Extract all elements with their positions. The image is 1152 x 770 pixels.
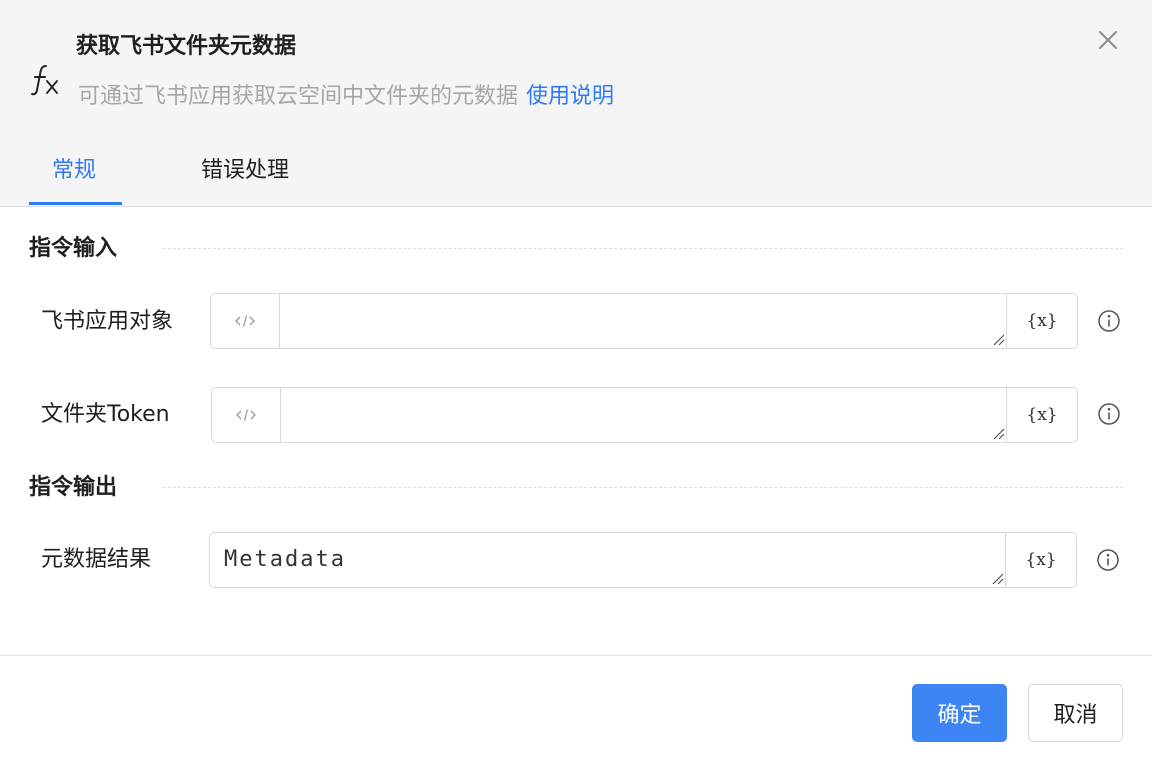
info-icon[interactable] bbox=[1097, 402, 1121, 426]
code-mode-toggle[interactable] bbox=[212, 388, 281, 442]
subtitle-text: 可通过飞书应用获取云空间中文件夹的元数据 bbox=[78, 84, 519, 109]
dialog-subtitle: 可通过飞书应用获取云空间中文件夹的元数据 使用说明 bbox=[78, 80, 614, 114]
resize-grip-icon[interactable] bbox=[991, 426, 1005, 440]
help-link[interactable]: 使用说明 bbox=[526, 84, 614, 109]
input-section-title: 指令输入 bbox=[29, 236, 118, 261]
section-divider bbox=[163, 248, 1123, 249]
dialog: 获取飞书文件夹元数据 可通过飞书应用获取云空间中文件夹的元数据 使用说明 常规 错… bbox=[0, 0, 1152, 770]
code-icon bbox=[236, 409, 256, 421]
field-label-metadata-result: 元数据结果 bbox=[41, 547, 152, 572]
field-label-folder-token: 文件夹Token bbox=[41, 402, 170, 427]
output-section-title: 指令输出 bbox=[29, 475, 118, 500]
cancel-button[interactable]: 取消 bbox=[1028, 684, 1123, 742]
footer-divider bbox=[0, 655, 1152, 656]
code-mode-toggle[interactable] bbox=[211, 294, 280, 348]
dialog-header: 获取飞书文件夹元数据 可通过飞书应用获取云空间中文件夹的元数据 使用说明 常规 错… bbox=[0, 0, 1152, 207]
fx-function-icon bbox=[31, 65, 58, 96]
tab-error-handling[interactable]: 错误处理 bbox=[201, 154, 289, 188]
variable-button[interactable]: {x} bbox=[1006, 294, 1077, 348]
resize-grip-icon[interactable] bbox=[991, 332, 1005, 346]
dialog-title: 获取飞书文件夹元数据 bbox=[76, 34, 297, 59]
active-tab-indicator bbox=[29, 202, 122, 205]
variable-button[interactable]: {x} bbox=[1005, 533, 1076, 587]
folder-token-input[interactable] bbox=[281, 388, 1006, 442]
folder-token-field: {x} bbox=[211, 387, 1078, 443]
confirm-button[interactable]: 确定 bbox=[912, 684, 1007, 742]
code-icon bbox=[235, 315, 255, 327]
feishu-app-field: {x} bbox=[210, 293, 1078, 349]
section-divider bbox=[163, 487, 1123, 488]
tab-general[interactable]: 常规 bbox=[52, 154, 96, 188]
field-label-feishu-app: 飞书应用对象 bbox=[41, 309, 174, 334]
close-icon[interactable] bbox=[1094, 26, 1122, 54]
info-icon[interactable] bbox=[1096, 548, 1120, 572]
resize-grip-icon[interactable] bbox=[990, 571, 1004, 585]
metadata-result-field: Metadata {x} bbox=[209, 532, 1077, 588]
info-icon[interactable] bbox=[1097, 309, 1121, 333]
feishu-app-input[interactable] bbox=[280, 294, 1006, 348]
variable-button[interactable]: {x} bbox=[1006, 388, 1077, 442]
metadata-result-input[interactable]: Metadata bbox=[210, 533, 1007, 587]
